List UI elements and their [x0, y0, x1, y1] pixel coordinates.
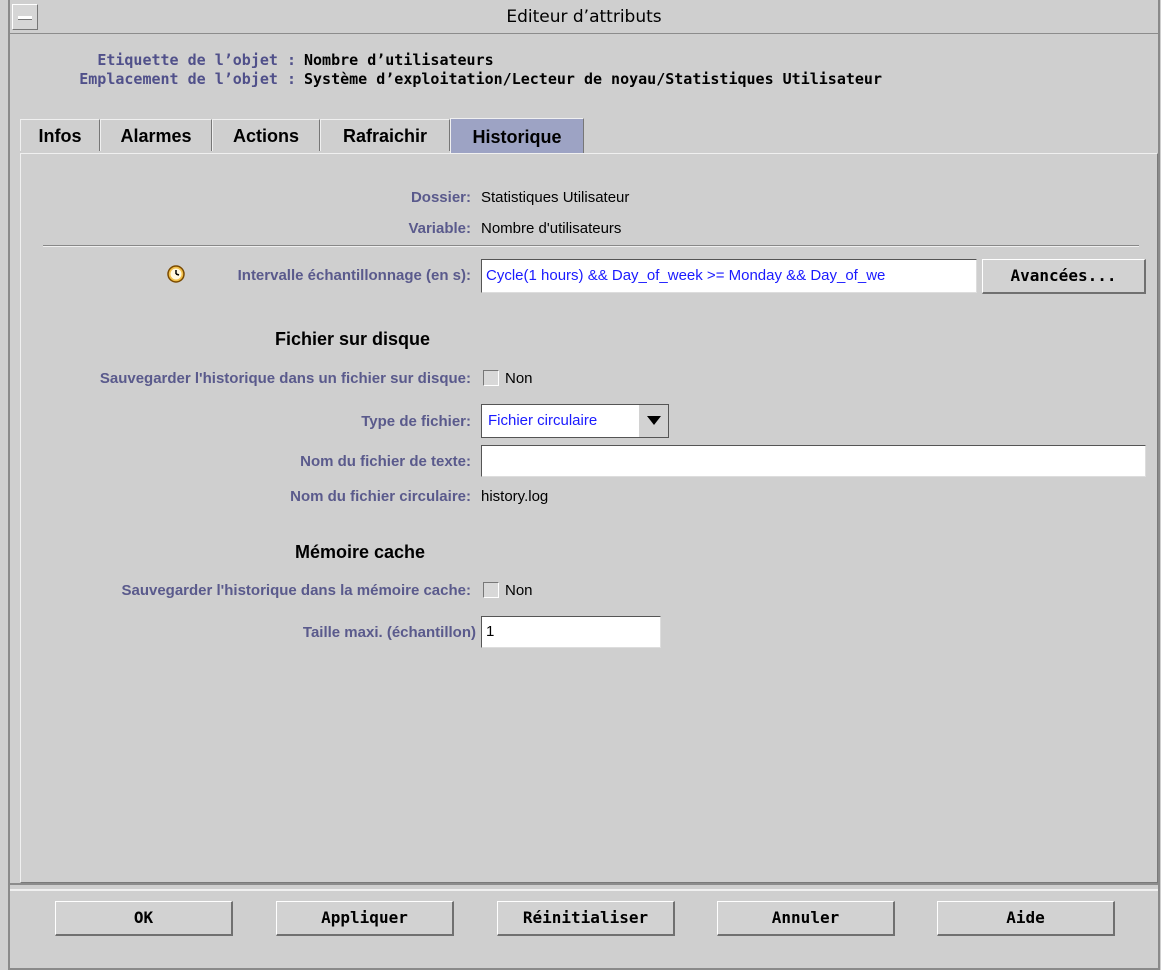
ok-button[interactable]: OK — [55, 901, 233, 936]
button-bar-separator — [10, 883, 1158, 891]
object-info: Etiquette de l’objet : Nombre d’utilisate… — [22, 51, 882, 89]
file-type-select[interactable]: Fichier circulaire — [481, 404, 669, 438]
tab-rafraichir[interactable]: Rafraichir — [320, 119, 450, 151]
history-panel: Dossier: Statistiques Utilisateur Variab… — [20, 153, 1158, 883]
variable-value: Nombre d'utilisateurs — [481, 220, 622, 237]
object-label-value: Nombre d’utilisateurs — [304, 51, 494, 69]
variable-label: Variable: — [408, 220, 471, 237]
tab-alarmes[interactable]: Alarmes — [100, 119, 212, 151]
cache-section-title: Mémoire cache — [295, 542, 426, 562]
circular-file-value: history.log — [481, 488, 549, 505]
object-location-caption: Emplacement de l’objet : — [79, 70, 296, 88]
interval-label: Intervalle échantillonnage (en s): — [237, 267, 471, 284]
file-type-label: Type de fichier: — [361, 413, 471, 430]
folder-label: Dossier: — [410, 189, 471, 206]
object-label-caption: Etiquette de l’objet : — [97, 51, 296, 69]
save-disk-label: Sauvegarder l'historique dans un fichier… — [99, 370, 471, 387]
save-cache-checkbox[interactable] — [483, 582, 499, 598]
file-type-dropdown-button[interactable] — [638, 405, 668, 437]
max-size-input[interactable]: 1 — [481, 616, 661, 648]
clock-icon — [167, 265, 185, 283]
triangle-down-icon — [647, 416, 661, 425]
tab-historique[interactable]: Historique — [450, 118, 584, 154]
tab-infos[interactable]: Infos — [20, 119, 100, 151]
interval-input[interactable]: Cycle(1 hours) && Day_of_week >= Monday … — [481, 259, 977, 293]
separator — [43, 245, 1139, 247]
save-disk-checkbox[interactable] — [483, 370, 499, 386]
save-cache-value: Non — [505, 582, 533, 599]
file-type-value: Fichier circulaire — [488, 412, 598, 429]
reset-button[interactable]: Réinitialiser — [497, 901, 675, 936]
save-cache-label: Sauvegarder l'historique dans la mémoire… — [121, 582, 471, 599]
object-location-value: Système d’exploitation/Lecteur de noyau/… — [304, 70, 882, 88]
tab-actions[interactable]: Actions — [212, 119, 320, 151]
save-disk-value: Non — [505, 370, 533, 387]
folder-value: Statistiques Utilisateur — [481, 189, 630, 206]
apply-button[interactable]: Appliquer — [276, 901, 454, 936]
cancel-button[interactable]: Annuler — [717, 901, 895, 936]
help-button[interactable]: Aide — [937, 901, 1115, 936]
max-size-label: Taille maxi. (échantillon) — [302, 624, 476, 641]
disk-section-title: Fichier sur disque — [275, 329, 431, 349]
circular-file-label: Nom du fichier circulaire: — [290, 488, 471, 505]
text-file-label: Nom du fichier de texte: — [300, 453, 471, 470]
title-bar[interactable]: Editeur d’attributs — [10, 0, 1158, 34]
window-title: Editeur d’attributs — [506, 7, 662, 27]
text-file-input[interactable] — [481, 445, 1146, 477]
attribute-editor-window: Editeur d’attributs Etiquette de l’objet… — [8, 0, 1160, 970]
advanced-button[interactable]: Avancées... — [982, 259, 1146, 294]
